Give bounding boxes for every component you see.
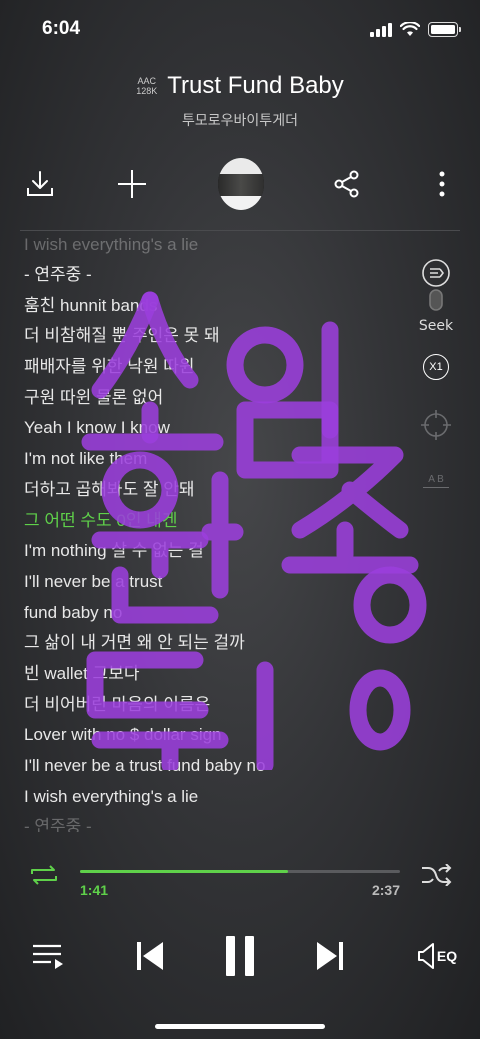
player-controls: EQ	[0, 928, 480, 984]
lyric-line[interactable]: 더 비어버린 마음의 이름은	[24, 690, 404, 721]
cellular-signal-icon	[370, 22, 392, 37]
add-to-playlist-button[interactable]	[112, 164, 152, 204]
current-time: 1:41	[80, 882, 109, 898]
lyric-line[interactable]: 구원 따윈 물론 없어	[24, 383, 404, 414]
track-header: AAC 128K Trust Fund Baby 투모로우바이투게더	[0, 72, 480, 130]
pause-button[interactable]	[220, 932, 260, 980]
lyric-line[interactable]: I'm nothing 살 수 없는 걸	[24, 536, 404, 567]
equalizer-button[interactable]: EQ	[412, 938, 462, 974]
download-icon	[27, 171, 53, 196]
wifi-icon	[400, 22, 420, 36]
shuffle-icon	[422, 863, 452, 887]
lyric-line[interactable]: - 연주중 -	[24, 260, 404, 291]
status-time: 6:04	[42, 18, 81, 39]
song-title: Trust Fund Baby	[167, 72, 344, 99]
lyric-line[interactable]: 빈 wallet 그보다	[24, 659, 404, 690]
lyric-line[interactable]: I wish everything's a lie	[24, 238, 404, 260]
shuffle-button[interactable]	[420, 863, 452, 890]
next-button[interactable]	[312, 936, 348, 976]
more-icon	[439, 171, 445, 197]
download-button[interactable]	[20, 164, 60, 204]
progress-fill	[80, 870, 288, 873]
progress-track[interactable]	[80, 870, 400, 873]
ab-repeat-label: A B	[428, 474, 444, 485]
lyric-line[interactable]: fund baby no	[24, 598, 404, 629]
battery-icon	[428, 22, 461, 37]
lyric-line[interactable]: 더 비참해질 뿐 주인은 못 돼	[24, 321, 404, 352]
album-art[interactable]	[218, 158, 264, 210]
status-icons	[370, 22, 461, 37]
status-bar: 6:04	[0, 0, 480, 60]
home-indicator[interactable]	[155, 1024, 325, 1029]
lyric-line[interactable]: Lover with no $ dollar sign	[24, 720, 404, 751]
add-icon	[118, 170, 146, 198]
skip-next-icon	[317, 942, 343, 970]
crosshair-icon	[421, 410, 451, 440]
speed-button[interactable]: X1	[406, 354, 466, 380]
share-icon	[334, 170, 359, 198]
seek-label: Seek	[418, 318, 454, 334]
lyric-line[interactable]: 그 삶이 내 거면 왜 안 되는 걸까	[24, 628, 404, 659]
lyrics-scroll-icon	[422, 259, 450, 311]
pause-icon	[226, 936, 254, 976]
target-button[interactable]	[406, 410, 466, 440]
playlist-icon	[33, 944, 63, 969]
lyric-line[interactable]: I wish everything's a lie	[24, 782, 404, 813]
lyric-line[interactable]: I'm not like them	[24, 444, 404, 475]
seek-toggle[interactable]: Seek	[406, 258, 466, 334]
repeat-button[interactable]	[28, 864, 60, 890]
lyric-line[interactable]: 훔친 hunnit bands	[24, 291, 404, 322]
lyric-line-current[interactable]: 그 어떤 수도 0인 내겐	[24, 506, 404, 537]
lyric-line[interactable]: 더하고 곱해봐도 잘 안돼	[24, 475, 404, 506]
eq-label: EQ	[436, 948, 458, 964]
lyrics-panel[interactable]: I wish everything's a lie - 연주중 - 훔친 hunn…	[24, 238, 404, 832]
track-toolbar	[0, 158, 480, 212]
total-time: 2:37	[371, 882, 400, 898]
playback-progress: 1:41 2:37	[0, 858, 480, 908]
artist-name[interactable]: 투모로우바이투게더	[0, 110, 480, 130]
speed-icon: X1	[423, 354, 449, 380]
codec-badge: AAC 128K	[136, 76, 158, 96]
ab-repeat-icon	[423, 487, 449, 488]
lyric-line[interactable]: 패배자를 위한 낙원 따윈	[24, 352, 404, 383]
share-button[interactable]	[327, 164, 367, 204]
speaker-icon	[417, 943, 434, 969]
ab-repeat-button[interactable]: A B	[406, 474, 466, 488]
divider	[20, 230, 460, 231]
lyric-line[interactable]: Yeah I know I know	[24, 413, 404, 444]
more-options-button[interactable]	[422, 164, 462, 204]
skip-previous-icon	[137, 942, 163, 970]
lyric-line[interactable]: - 연주중 -	[24, 812, 404, 832]
playlist-button[interactable]	[30, 938, 66, 974]
previous-button[interactable]	[132, 936, 168, 976]
lyric-line[interactable]: I'll never be a trust	[24, 567, 404, 598]
lyric-line[interactable]: I'll never be a trust fund baby no	[24, 751, 404, 782]
repeat-icon	[31, 865, 57, 885]
